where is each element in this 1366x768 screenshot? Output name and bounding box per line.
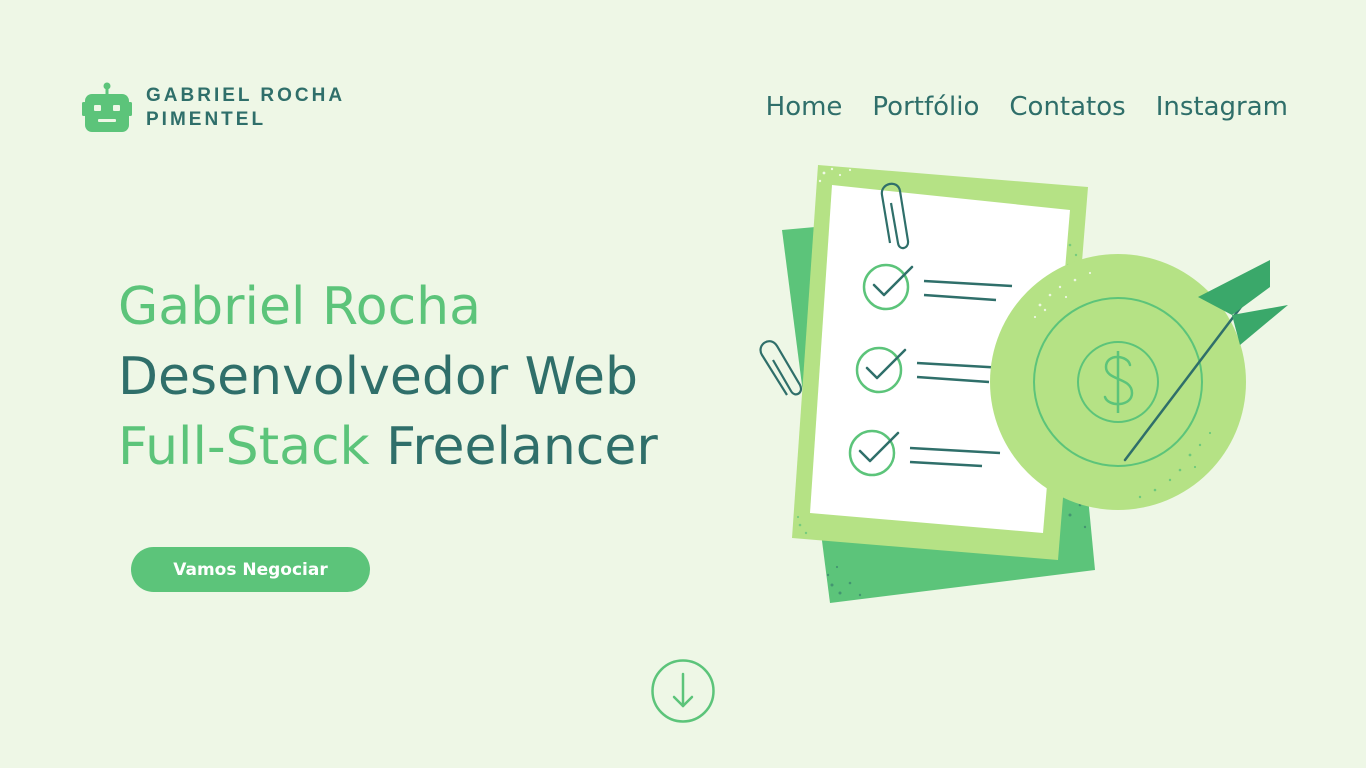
hero-subtitle-highlight: Full-Stack bbox=[118, 417, 370, 477]
hero-role: Desenvolvedor Web bbox=[118, 347, 638, 407]
hero-heading: Gabriel Rocha Desenvolvedor Web Full-Sta… bbox=[118, 272, 658, 482]
checklist-target-illustration bbox=[740, 155, 1300, 620]
brand-name-line2: PIMENTEL bbox=[146, 109, 267, 130]
brand[interactable]: GABRIEL ROCHA PIMENTEL bbox=[82, 82, 345, 134]
scroll-down-button[interactable] bbox=[651, 659, 715, 723]
nav-contatos[interactable]: Contatos bbox=[1009, 92, 1125, 122]
brand-name: GABRIEL ROCHA PIMENTEL bbox=[146, 84, 345, 132]
vamos-negociar-button[interactable]: Vamos Negociar bbox=[131, 547, 370, 592]
brand-name-line1: GABRIEL ROCHA bbox=[146, 85, 346, 106]
nav-portfolio[interactable]: Portfólio bbox=[872, 92, 979, 122]
main-nav: Home Portfólio Contatos Instagram bbox=[766, 92, 1288, 122]
hero-subtitle: Full-Stack Freelancer bbox=[118, 412, 658, 482]
nav-home[interactable]: Home bbox=[766, 92, 843, 122]
hero-subtitle-rest: Freelancer bbox=[369, 417, 658, 477]
robot-icon bbox=[82, 82, 132, 134]
hero-name: Gabriel Rocha bbox=[118, 277, 481, 337]
nav-instagram[interactable]: Instagram bbox=[1156, 92, 1288, 122]
arrow-down-circle-icon bbox=[651, 659, 715, 723]
